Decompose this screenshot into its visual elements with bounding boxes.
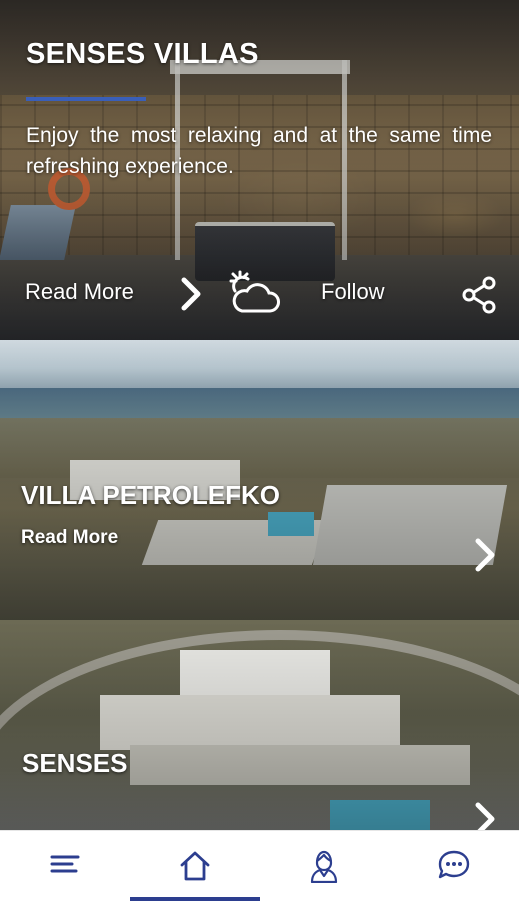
hero-read-more-link[interactable]: Read More [25, 279, 134, 305]
chevron-right-icon[interactable] [178, 277, 204, 316]
bottom-navigation-bar [0, 830, 519, 901]
nav-active-indicator [130, 897, 260, 901]
card-title: VILLA PETROLEFKO [21, 480, 281, 510]
title-underline [26, 97, 146, 101]
partly-cloudy-weather-icon[interactable] [228, 269, 280, 324]
nav-chat[interactable] [389, 831, 519, 901]
concierge-person-icon [310, 850, 338, 883]
villa-card-senses[interactable]: SENSES [0, 620, 519, 830]
home-icon [180, 851, 210, 881]
chevron-right-icon[interactable] [473, 538, 497, 577]
card-read-more-link[interactable]: Read More [21, 527, 118, 549]
villa-card-petrolefko[interactable]: VILLA PETROLEFKO Read More [0, 340, 519, 620]
nav-home[interactable] [130, 831, 260, 901]
nav-profile[interactable] [259, 831, 389, 901]
hero-description: Enjoy the most relaxing and at the same … [26, 124, 492, 178]
card-title: SENSES [22, 748, 128, 778]
chevron-right-icon[interactable] [473, 802, 497, 830]
hero-title: SENSES VILLAS [26, 38, 259, 70]
hero-actions-bar: Read More Follow [0, 265, 519, 325]
hamburger-menu-icon [50, 855, 80, 873]
card-overlay [0, 620, 519, 830]
hero-card-senses-villas[interactable]: SENSES VILLAS Enjoy the most relaxing an… [0, 0, 519, 340]
nav-menu[interactable] [0, 831, 130, 901]
follow-button[interactable]: Follow [321, 279, 385, 305]
share-icon[interactable] [460, 275, 500, 320]
chat-bubble-icon [438, 850, 470, 879]
